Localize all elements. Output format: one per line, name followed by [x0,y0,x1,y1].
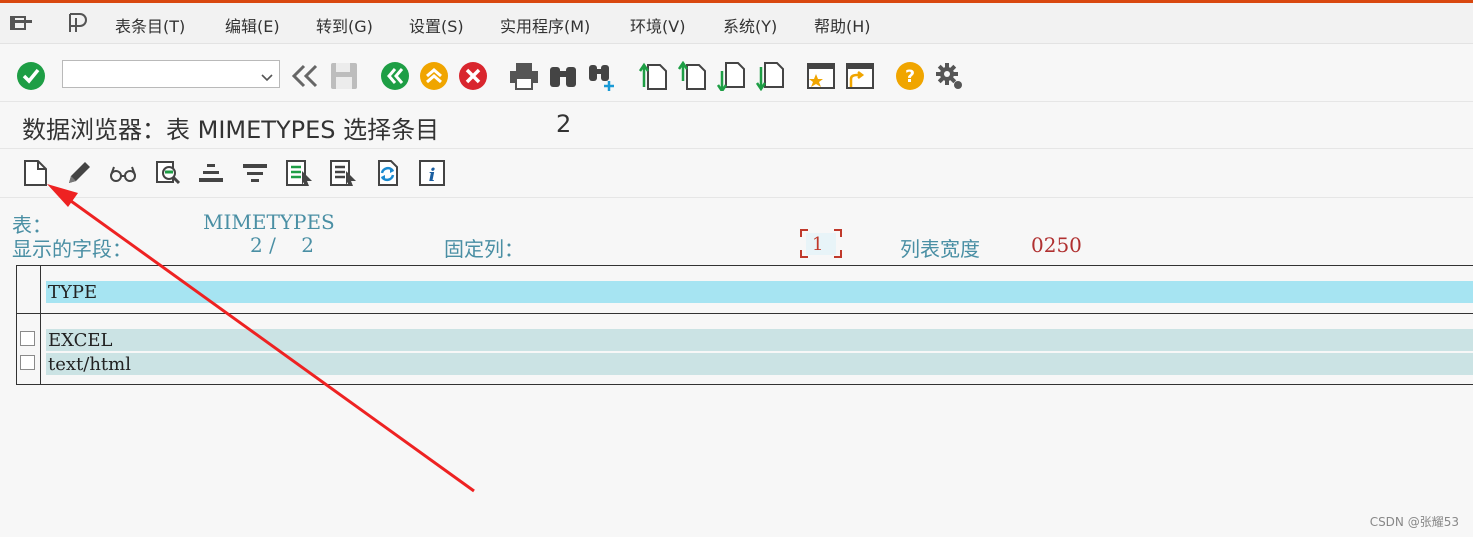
exit-icon[interactable] [419,61,449,91]
menu-table-entry[interactable]: 表条目(T) [115,13,185,37]
watermark-text: CSDN @张耀53 [1369,515,1459,529]
menu-bar: 表条目(T) 编辑(E) 转到(G) 设置(S) 实用程序(M) 环境(V) 系… [0,3,1473,44]
sort-descending-icon[interactable] [241,159,269,187]
double-left-icon[interactable] [290,61,320,91]
refresh-icon[interactable] [373,159,401,187]
fixed-columns-input[interactable] [806,233,836,255]
row-cell-type: EXCEL [48,330,113,351]
command-input[interactable] [63,61,253,87]
first-page-icon[interactable] [638,61,668,91]
select-all-icon[interactable] [285,159,313,187]
sort-ascending-icon[interactable] [197,159,225,187]
displayed-fields-value: 2 / 2 [250,233,314,257]
find-next-icon[interactable] [587,61,617,91]
displayed-fields-label: 显示的字段： [12,237,132,261]
menu-edit[interactable]: 编辑(E) [225,13,280,37]
back-icon[interactable] [380,61,410,91]
shortcut-icon[interactable] [845,61,875,91]
menu-environment[interactable]: 环境(V) [630,13,685,37]
table-name-value: MIMETYPES [203,210,335,234]
row-cell-type: text/html [48,354,131,375]
enter-check-icon[interactable] [16,61,46,91]
column-header-type[interactable]: TYPE [46,281,1473,303]
grid-header-separator [17,313,1473,314]
pencil-icon[interactable] [65,159,93,187]
menu-system[interactable]: 系统(Y) [723,13,777,37]
table-row[interactable]: text/html [46,353,1473,375]
row-select-checkbox[interactable] [20,355,35,370]
cancel-icon[interactable] [458,61,488,91]
new-session-icon[interactable] [806,61,836,91]
layout-menu-icon[interactable] [66,12,90,38]
glasses-icon[interactable] [109,159,137,187]
grid-column-separator [40,266,41,384]
save-icon[interactable] [329,61,359,91]
menu-help[interactable]: 帮助(H) [814,13,871,37]
table-row[interactable]: EXCEL [46,329,1473,351]
system-menu-icon[interactable] [10,12,34,38]
list-width-label: 列表宽度 [900,237,980,261]
settings-gear-icon[interactable] [934,61,964,91]
menu-utilities[interactable]: 实用程序(M) [500,13,590,37]
svg-text:i: i [429,165,436,186]
svg-text:?: ? [905,67,915,87]
deselect-all-icon[interactable] [329,159,357,187]
page-title: 数据浏览器：表 MIMETYPES 选择条目 [22,116,440,144]
menu-goto[interactable]: 转到(G) [316,13,373,37]
prev-page-icon[interactable] [677,60,707,91]
fixed-columns-field[interactable] [800,229,842,258]
check-table-icon[interactable] [154,159,182,187]
info-icon[interactable]: i [418,159,446,187]
row-select-checkbox[interactable] [20,331,35,346]
fixed-columns-label: 固定列： [444,237,524,261]
application-toolbar: i [0,148,1473,198]
title-entry-count: 2 [556,110,572,138]
print-icon[interactable] [509,61,539,91]
command-field[interactable] [62,60,280,88]
last-page-icon[interactable] [755,61,785,92]
menu-settings[interactable]: 设置(S) [409,13,464,37]
result-grid: TYPE EXCEL text/html [16,265,1473,385]
column-header-label: TYPE [48,282,98,303]
help-icon[interactable]: ? [895,61,925,91]
chevron-down-icon[interactable] [261,68,273,87]
new-document-icon[interactable] [22,159,50,187]
next-page-icon[interactable] [716,61,746,94]
standard-toolbar: ? [0,44,1473,102]
find-icon[interactable] [548,61,578,91]
list-width-value: 0250 [1031,233,1082,257]
